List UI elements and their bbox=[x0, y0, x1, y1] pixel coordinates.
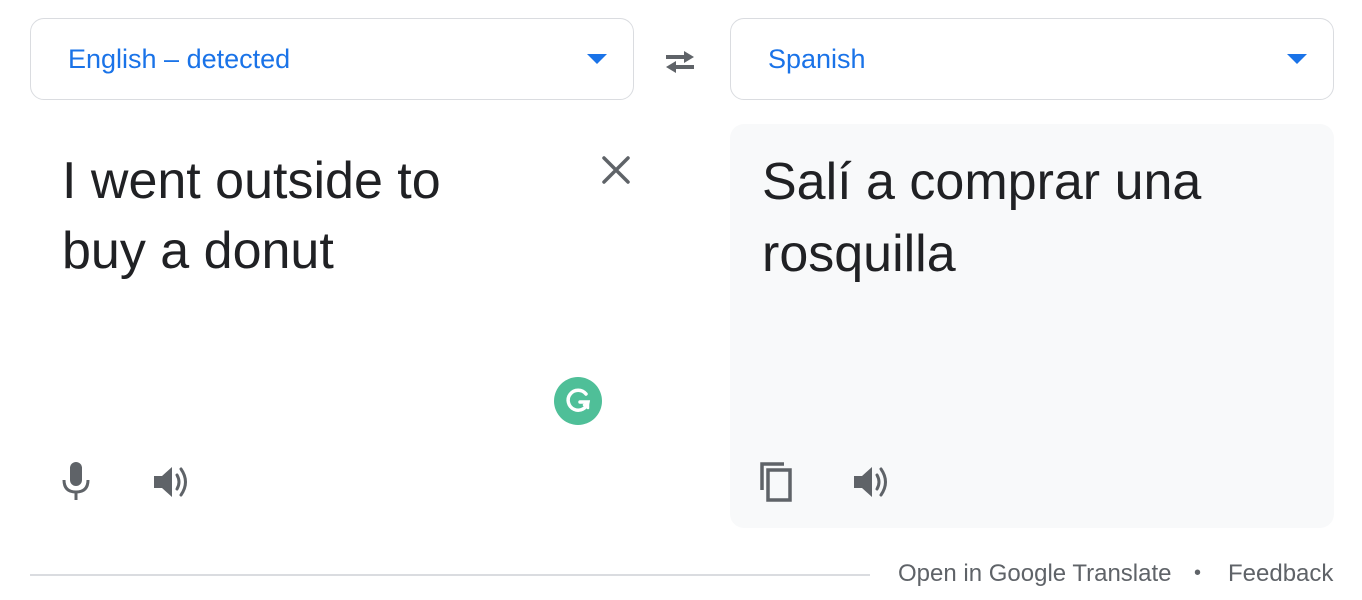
grammarly-button[interactable] bbox=[554, 377, 602, 425]
source-panel: I went outside to buy a donut bbox=[30, 124, 634, 528]
close-icon bbox=[602, 156, 630, 184]
swap-arrows-icon bbox=[666, 51, 694, 73]
microphone-button[interactable] bbox=[54, 460, 98, 504]
translated-text: Salí a comprar una rosquilla bbox=[762, 153, 1202, 283]
listen-source-button[interactable] bbox=[150, 460, 194, 504]
speaker-icon bbox=[154, 467, 187, 497]
open-in-google-translate-link[interactable]: Open in Google Translate bbox=[898, 560, 1172, 587]
feedback-link[interactable]: Feedback bbox=[1228, 560, 1333, 587]
grammarly-icon bbox=[566, 388, 591, 412]
footer-open-in-translate[interactable]: Open in Google Translate bbox=[898, 560, 1172, 590]
speaker-icon bbox=[854, 467, 887, 497]
listen-translation-button[interactable] bbox=[850, 460, 894, 504]
footer-divider bbox=[30, 574, 870, 576]
source-language-label: English – detected bbox=[68, 43, 291, 74]
target-language-label: Spanish bbox=[768, 43, 866, 74]
chevron-down-icon bbox=[1287, 54, 1307, 64]
footer-feedback[interactable]: Feedback bbox=[1228, 560, 1333, 590]
footer-separator: • bbox=[1194, 562, 1202, 584]
source-text-input[interactable]: I went outside to buy a donut bbox=[62, 146, 542, 286]
swap-languages-button[interactable] bbox=[656, 42, 704, 82]
target-panel: Salí a comprar una rosquilla bbox=[730, 124, 1334, 528]
microphone-icon bbox=[62, 462, 90, 500]
chevron-down-icon bbox=[587, 54, 607, 64]
copy-translation-button[interactable] bbox=[754, 460, 798, 504]
target-language-select[interactable]: Spanish bbox=[730, 18, 1334, 100]
clear-text-button[interactable] bbox=[596, 150, 636, 190]
source-language-select[interactable]: English – detected bbox=[30, 18, 634, 100]
copy-icon bbox=[760, 462, 792, 502]
